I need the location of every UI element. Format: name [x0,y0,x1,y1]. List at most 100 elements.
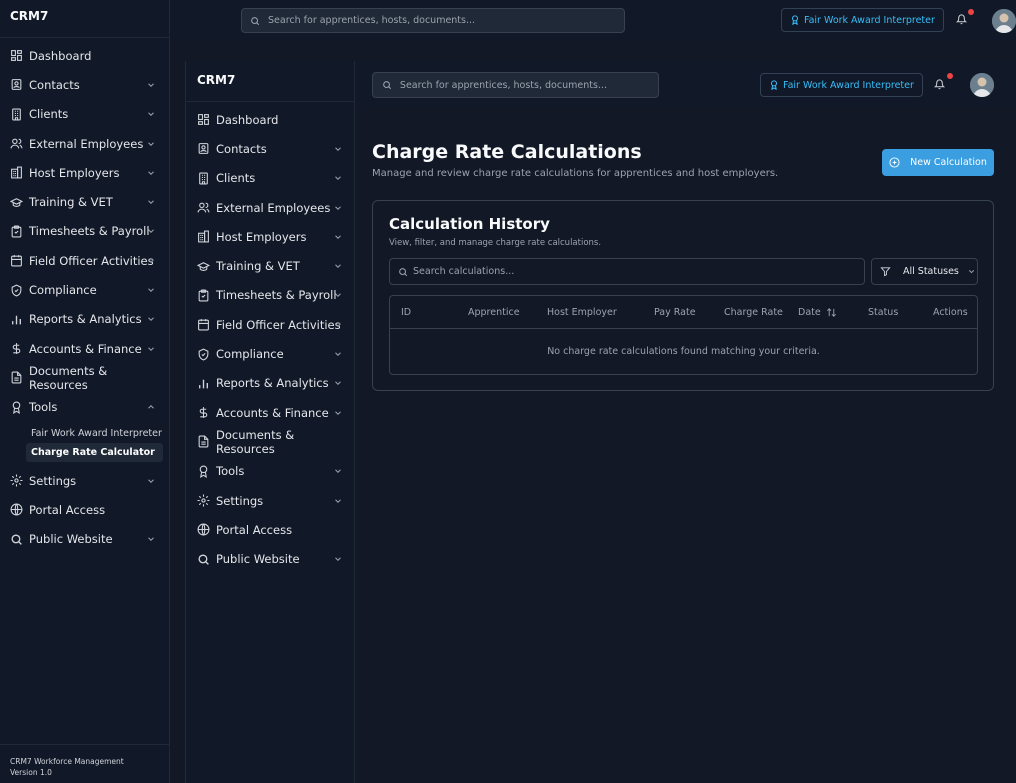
top-header: Fair Work Award Interpreter [170,0,1016,40]
sidebar-item-timesheets-payroll[interactable]: Timesheets & Payroll [186,281,354,310]
sidebar-item-external-employees[interactable]: External Employees [186,193,354,222]
document-icon [10,371,23,384]
embedded-header: Fair Work Award Interpreter [356,61,1016,108]
submenu-item-fair-work-award-interpreter[interactable]: Fair Work Award Interpreter [26,424,163,443]
column-header-id[interactable]: ID [401,296,411,329]
sidebar-item-contacts[interactable]: Contacts [0,70,169,99]
dollar-icon [10,342,23,355]
sidebar-item-contacts[interactable]: Contacts [186,134,354,163]
brand-logo[interactable]: CRM7 [10,9,48,23]
new-calculation-button[interactable]: New Calculation [882,149,994,176]
sidebar-item-label: External Employees [216,200,331,215]
sidebar-item-compliance[interactable]: Compliance [0,275,169,304]
sidebar-item-label: Portal Access [29,502,106,517]
page-subtitle: Manage and review charge rate calculatio… [372,168,779,179]
sidebar-item-public-website[interactable]: Public Website [0,524,169,553]
sidebar-item-external-employees[interactable]: External Employees [0,129,169,158]
sidebar-item-accounts-finance[interactable]: Accounts & Finance [0,334,169,363]
search-icon [398,267,408,277]
sidebar-item-tools[interactable]: Tools [186,457,354,486]
sidebar-item-dashboard[interactable]: Dashboard [186,105,354,134]
sort-arrows-icon[interactable] [826,307,837,318]
plus-circle-icon [889,157,900,168]
sidebar-item-label: Compliance [216,347,284,362]
sidebar-item-portal-access[interactable]: Portal Access [186,515,354,544]
calculation-search-input[interactable] [413,266,853,277]
sidebar-item-public-website[interactable]: Public Website [186,544,354,573]
sidebar-item-label: Tools [216,464,245,479]
column-header-host-employer[interactable]: Host Employer [547,296,617,329]
global-search[interactable] [372,72,659,98]
sidebar-item-label: Compliance [29,283,97,298]
calculation-history-card: Calculation History View, filter, and ma… [372,200,994,391]
chevron-down-icon [333,173,343,183]
sidebar-item-accounts-finance[interactable]: Accounts & Finance [186,398,354,427]
chevron-down-icon [333,496,343,506]
table-header: ID Apprentice Host Employer Pay Rate Cha… [390,296,977,329]
new-calculation-label: New Calculation [910,157,987,168]
column-header-apprentice[interactable]: Apprentice [468,296,520,329]
sidebar-item-timesheets-payroll[interactable]: Timesheets & Payroll [0,217,169,246]
contact-card-icon [10,78,23,91]
sidebar-item-compliance[interactable]: Compliance [186,339,354,368]
sidebar-item-label: Documents & Resources [29,363,108,392]
chevron-down-icon [146,197,156,207]
contact-card-icon [197,142,210,155]
user-avatar[interactable] [992,9,1016,33]
fair-work-award-button[interactable]: Fair Work Award Interpreter [781,8,944,32]
sidebar-item-field-officer-activities[interactable]: Field Officer Activities [0,246,169,275]
sidebar-item-host-employers[interactable]: Host Employers [186,222,354,251]
chevron-down-icon [146,226,156,236]
column-header-pay-rate[interactable]: Pay Rate [654,296,696,329]
calendar-icon [10,254,23,267]
sidebar-divider [0,37,169,38]
sidebar-item-label: Settings [29,473,77,488]
sidebar-item-training-vet[interactable]: Training & VET [0,187,169,216]
sidebar-item-label: Field Officer Activities [29,253,154,268]
sidebar-item-documents-resources[interactable]: Documents & Resources [0,363,169,392]
sidebar-item-tools[interactable]: Tools [0,393,169,422]
sidebar-item-reports-analytics[interactable]: Reports & Analytics [186,369,354,398]
sidebar-item-clients[interactable]: Clients [0,100,169,129]
sidebar-item-label: Clients [29,107,69,122]
bar-chart-icon [197,377,210,390]
status-filter-select[interactable]: All Statuses [871,258,978,285]
calendar-icon [197,318,210,331]
sidebar-item-training-vet[interactable]: Training & VET [186,251,354,280]
sidebar-item-clients[interactable]: Clients [186,164,354,193]
sidebar-item-dashboard[interactable]: Dashboard [0,41,169,70]
global-search-input[interactable] [399,79,658,91]
sidebar-item-label: Portal Access [216,522,293,537]
document-icon [197,435,210,448]
award-icon [197,465,210,478]
status-filter-value: All Statuses [903,266,959,277]
chevron-down-icon [146,314,156,324]
sidebar-item-settings[interactable]: Settings [186,486,354,515]
bell-icon[interactable] [934,79,945,90]
user-avatar[interactable] [970,73,994,97]
sidebar-item-label: Training & VET [216,259,300,274]
bell-icon[interactable] [956,14,967,25]
gear-icon [10,474,23,487]
sidebar-item-documents-resources[interactable]: Documents & Resources [186,427,354,456]
column-header-date[interactable]: Date [798,296,821,329]
column-header-status[interactable]: Status [868,296,898,329]
sidebar-item-label: Public Website [216,552,300,567]
chevron-up-icon [146,402,156,412]
clipboard-check-icon [10,225,23,238]
award-icon [790,15,800,25]
chevron-down-icon [333,261,343,271]
sidebar-item-host-employers[interactable]: Host Employers [0,158,169,187]
chevron-down-icon [146,344,156,354]
sidebar-item-settings[interactable]: Settings [0,466,169,495]
calculation-search[interactable] [389,258,865,285]
sidebar-item-reports-analytics[interactable]: Reports & Analytics [0,305,169,334]
submenu-item-charge-rate-calculator[interactable]: Charge Rate Calculator [26,442,163,462]
global-search-input[interactable] [268,15,608,26]
fair-work-award-button[interactable]: Fair Work Award Interpreter [760,73,923,97]
sidebar-item-field-officer-activities[interactable]: Field Officer Activities [186,310,354,339]
global-search[interactable] [241,8,625,33]
sidebar-item-portal-access[interactable]: Portal Access [0,495,169,524]
brand-logo[interactable]: CRM7 [197,73,235,87]
column-header-charge-rate[interactable]: Charge Rate [724,296,783,329]
